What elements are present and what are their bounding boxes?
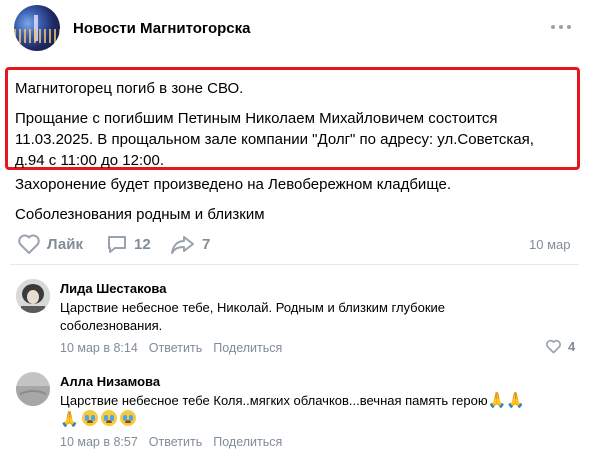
crying-face-emoji-icon — [101, 410, 118, 426]
crying-face-emoji-icon — [82, 410, 99, 426]
shares-count: 7 — [202, 235, 211, 253]
comment-date[interactable]: 10 мар в 8:14 — [60, 341, 138, 355]
post-paragraph-line-2: 11.03.2025. В прощальном зале компании "… — [15, 131, 534, 148]
post-date[interactable]: 10 мар — [529, 237, 570, 252]
comments-count: 12 — [134, 235, 151, 253]
post-burial-text: Захоронение будет произведено на Левобер… — [15, 176, 451, 193]
comment-date[interactable]: 10 мар в 8:57 — [60, 435, 138, 449]
like-button[interactable]: Лайк — [17, 233, 83, 255]
reply-button[interactable]: Ответить — [149, 435, 202, 449]
crying-face-emoji-icon — [120, 410, 137, 426]
comment-likes-count: 4 — [568, 339, 576, 354]
comment-meta: 10 мар в 8:57 Ответить Поделиться — [60, 435, 282, 449]
share-comment-button[interactable]: Поделиться — [213, 341, 282, 355]
pray-emoji-icon: 🙏 — [60, 411, 79, 428]
group-avatar[interactable] — [14, 5, 60, 51]
comment-icon — [108, 236, 126, 253]
city-lights — [14, 29, 60, 43]
post-paragraph-line-1: Прощание с погибшим Петиным Николаем Мих… — [15, 110, 498, 127]
user-photo-icon — [16, 372, 50, 406]
share-icon — [171, 236, 194, 254]
user-photo-icon — [16, 279, 50, 313]
reply-button[interactable]: Ответить — [149, 341, 202, 355]
post-line-1: Магнитогорец погиб в зоне СВО. — [15, 80, 244, 97]
comment-author[interactable]: Алла Низамова — [60, 374, 160, 389]
more-options-icon[interactable] — [548, 14, 574, 40]
post-condolences-text: Соболезнования родным и близким — [15, 206, 265, 223]
comment-author[interactable]: Лида Шестакова — [60, 281, 166, 296]
comment-text: Царствие небесное тебе Коля..мягких обла… — [60, 393, 488, 408]
comment-meta: 10 мар в 8:14 Ответить Поделиться — [60, 341, 282, 355]
heart-icon — [546, 339, 561, 354]
comment-text-line-2: 🙏 — [60, 410, 139, 429]
divider — [10, 264, 579, 265]
comment-avatar[interactable] — [16, 279, 50, 313]
heart-icon — [18, 234, 40, 254]
comment-avatar[interactable] — [16, 372, 50, 406]
group-name[interactable]: Новости Магнитогорска — [73, 20, 251, 37]
share-comment-button[interactable]: Поделиться — [213, 435, 282, 449]
comments-button[interactable]: 12 — [106, 233, 151, 255]
comment-text-line-1: Царствие небесное тебе Коля..мягких обла… — [60, 392, 525, 410]
post-paragraph-line-3: д.94 с 11:00 до 12:00. — [15, 152, 164, 169]
comment-text-line-2: соболезнования. — [60, 318, 163, 333]
like-label: Лайк — [47, 235, 83, 253]
pray-emoji-icon: 🙏 — [487, 392, 507, 409]
comment-text-line-1: Царствие небесное тебе, Николай. Родным … — [60, 300, 446, 315]
comment-like-button[interactable]: 4 — [545, 339, 575, 354]
pray-emoji-icon: 🙏 — [506, 392, 525, 409]
share-button[interactable]: 7 — [170, 233, 210, 255]
